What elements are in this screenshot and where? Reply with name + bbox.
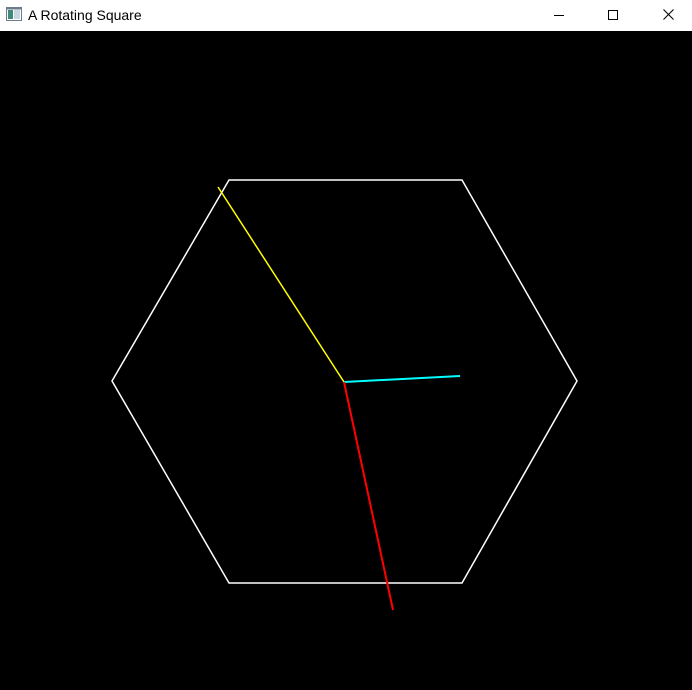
- title-bar[interactable]: A Rotating Square: [0, 0, 692, 31]
- cyan-line: [343, 375, 461, 383]
- yellow-line: [217, 186, 345, 383]
- minimize-icon: [554, 7, 564, 25]
- red-line: [343, 381, 394, 611]
- close-button[interactable]: [645, 0, 691, 31]
- close-icon: [662, 7, 674, 25]
- app-window-icon[interactable]: [6, 7, 22, 21]
- maximize-icon: [608, 7, 618, 25]
- app-window: A Rotating Square: [0, 0, 692, 690]
- drawing-canvas[interactable]: [0, 31, 692, 690]
- maximize-button[interactable]: [590, 0, 636, 31]
- scene-svg: [111, 179, 578, 611]
- minimize-button[interactable]: [536, 0, 582, 31]
- window-title: A Rotating Square: [28, 7, 142, 23]
